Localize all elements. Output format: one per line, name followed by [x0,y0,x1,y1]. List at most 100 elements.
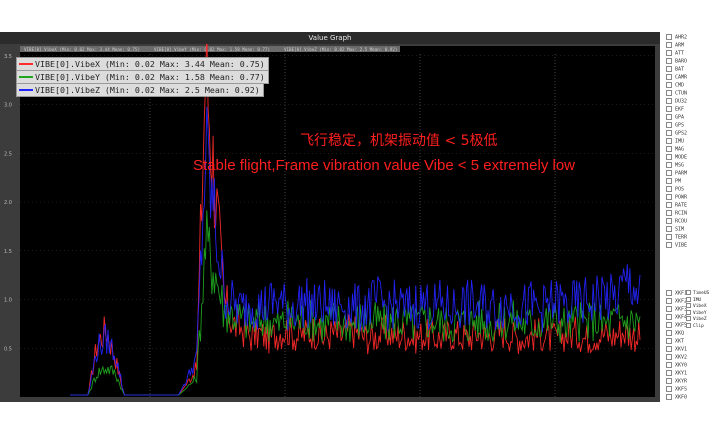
param-tree-subitem[interactable]: Clip [686,322,704,329]
legend-item-vibex[interactable]: VIBE[0].VibeX (Min: 0.02 Max: 3.44 Mean:… [16,57,269,71]
param-tree-item[interactable]: RCIN [666,210,687,217]
expand-box-icon[interactable] [666,154,672,160]
param-tree-item[interactable]: AHR2 [666,34,687,41]
param-tree-item[interactable]: MSG [666,162,684,169]
expand-box-icon[interactable] [666,50,672,56]
checkbox-icon[interactable] [686,303,691,308]
param-tree-item[interactable]: XKT [666,338,684,345]
expand-box-icon[interactable] [666,226,672,232]
param-tree-item[interactable]: XKYR [666,378,687,385]
legend-item-vibez[interactable]: VIBE[0].VibeZ (Min: 0.02 Max: 2.5 Mean: … [16,83,264,97]
param-tree-item[interactable]: VIBE [666,242,687,249]
expand-box-icon[interactable] [666,114,672,120]
param-tree-item[interactable]: MODE [666,154,687,161]
expand-box-icon[interactable] [666,66,672,72]
param-tree-item[interactable]: ARM [666,42,684,49]
param-tree-item[interactable]: CTUN [666,90,687,97]
param-tree-item[interactable]: GPS2 [666,130,687,137]
expand-box-icon[interactable] [666,370,672,376]
expand-box-icon[interactable] [666,378,672,384]
expand-box-icon[interactable] [666,202,672,208]
annotation-english: Stable flight,Frame vibration value Vibe… [193,157,575,174]
param-tree-item[interactable]: POWR [666,194,687,201]
expand-box-icon[interactable] [666,90,672,96]
expand-box-icon[interactable] [666,138,672,144]
param-tree-item[interactable]: RCOU [666,218,687,225]
param-tree-item[interactable]: XKY1 [666,370,687,377]
expand-box-icon[interactable] [666,298,672,304]
expand-box-icon[interactable] [666,362,672,368]
checkbox-icon[interactable] [686,316,691,321]
expand-box-icon[interactable] [666,210,672,216]
expand-box-icon[interactable] [666,394,672,400]
param-tree-item[interactable]: XKF5 [666,322,687,329]
param-tree-label: PM [675,178,682,185]
checkbox-icon[interactable] [686,309,691,315]
param-tree-item[interactable]: IMU [666,138,684,145]
param-tree-item[interactable]: XKF4 [666,314,687,321]
param-tree-item[interactable]: XKF3 [666,306,687,313]
expand-box-icon[interactable] [666,314,672,320]
param-tree-item[interactable]: XKF1 [666,290,687,297]
expand-box-icon[interactable] [666,58,672,64]
param-tree-item[interactable]: XKF2 [666,298,687,305]
param-tree-subitem[interactable]: TimeUS [686,290,709,296]
expand-box-icon[interactable] [666,98,672,104]
param-tree-item[interactable]: PM [666,178,681,185]
param-tree-item[interactable]: CMD [666,82,684,89]
param-tree-item[interactable]: EKF [666,106,684,113]
expand-box-icon[interactable] [666,234,672,240]
param-tree-item[interactable]: BAT [666,66,684,73]
param-tree-item[interactable]: GPA [666,114,684,121]
expand-box-icon[interactable] [666,218,672,224]
expand-box-icon[interactable] [666,82,672,88]
parameter-tree-panel[interactable]: AHR2 ARM ATT BARO BAT CAMR CMD CTUN DU32 EKF GPA GP… [660,32,715,402]
expand-box-icon[interactable] [666,170,672,176]
expand-box-icon[interactable] [666,186,672,192]
expand-box-icon[interactable] [666,242,672,248]
expand-box-icon[interactable] [666,330,672,336]
param-tree-item[interactable]: POS [666,186,684,193]
param-tree-item[interactable]: RATE [666,202,687,209]
expand-box-icon[interactable] [666,354,672,360]
expand-box-icon[interactable] [666,122,672,128]
param-tree-subitem[interactable]: IMU [686,296,701,303]
expand-box-icon[interactable] [666,146,672,152]
param-tree-item[interactable]: TERR [666,234,687,241]
checkbox-icon[interactable] [686,322,691,328]
param-tree-subitem[interactable]: VibeZ [686,316,707,322]
param-tree-item[interactable]: PARM [666,170,687,177]
param-tree-item[interactable]: XKY0 [666,362,687,369]
expand-box-icon[interactable] [666,322,672,328]
param-tree-item[interactable]: SIM [666,226,684,233]
expand-box-icon[interactable] [666,162,672,168]
expand-box-icon[interactable] [666,346,672,352]
checkbox-icon[interactable] [686,296,691,302]
param-tree-item[interactable]: XKFS [666,386,687,393]
param-tree-item[interactable]: XKV1 [666,346,687,353]
param-tree-subitem[interactable]: VibeX [686,303,707,309]
expand-box-icon[interactable] [666,74,672,80]
expand-box-icon[interactable] [666,178,672,184]
legend-item-vibey[interactable]: VIBE[0].VibeY (Min: 0.02 Max: 1.58 Mean:… [16,70,269,84]
expand-box-icon[interactable] [666,290,672,296]
expand-box-icon[interactable] [666,42,672,48]
param-tree-item[interactable]: XKV2 [666,354,687,361]
expand-box-icon[interactable] [666,34,672,40]
expand-box-icon[interactable] [666,306,672,312]
param-tree-item[interactable]: BARO [666,58,687,65]
param-tree-item[interactable]: ATT [666,50,684,57]
expand-box-icon[interactable] [666,386,672,392]
param-tree-item[interactable]: DU32 [666,98,687,105]
param-tree-item[interactable]: GPS [666,122,684,129]
expand-box-icon[interactable] [666,338,672,344]
param-tree-item[interactable]: CAMR [666,74,687,81]
expand-box-icon[interactable] [666,130,672,136]
param-tree-item[interactable]: XKQ [666,330,684,337]
expand-box-icon[interactable] [666,106,672,112]
checkbox-icon[interactable] [686,290,691,295]
param-tree-item[interactable]: MAG [666,146,684,153]
expand-box-icon[interactable] [666,194,672,200]
param-tree-subitem[interactable]: VibeY [686,309,707,316]
param-tree-item[interactable]: XKF0 [666,394,687,401]
